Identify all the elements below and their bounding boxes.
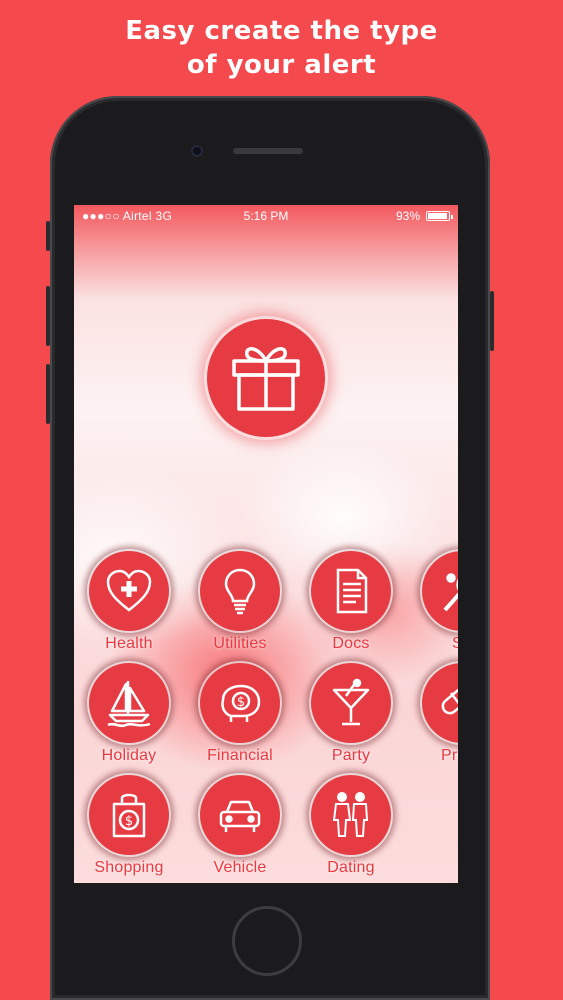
front-camera <box>191 145 203 157</box>
category-party[interactable]: Party <box>296 663 406 773</box>
category-label: Health <box>105 635 153 652</box>
headline-line-1: Easy create the type <box>125 16 438 46</box>
category-holiday[interactable]: Holiday <box>74 663 184 773</box>
home-button[interactable] <box>232 906 302 976</box>
category-health[interactable]: Health <box>74 551 184 661</box>
category-label: Sp <box>452 635 458 652</box>
category-docs[interactable]: Docs <box>296 551 406 661</box>
app-screen: ●●●○○ Airtel 3G 5:16 PM 93% Health Utili… <box>74 205 458 883</box>
status-bar: ●●●○○ Airtel 3G 5:16 PM 93% <box>74 205 458 227</box>
category-utilities[interactable]: Utilities <box>185 551 295 661</box>
svg-text:$: $ <box>237 695 245 710</box>
category-financial[interactable]: $ Financial <box>185 663 295 773</box>
volume-down-button <box>46 364 50 424</box>
battery-icon <box>426 211 453 221</box>
category-label: Shopping <box>94 859 164 876</box>
category-label: Holiday <box>101 747 157 764</box>
category-label: Dating <box>327 859 375 876</box>
category-label: Presc <box>441 747 458 764</box>
category-label: Party <box>331 747 371 764</box>
category-vehicle[interactable]: Vehicle <box>185 775 295 883</box>
category-dating[interactable]: Dating <box>296 775 406 883</box>
category-sports[interactable]: Sp <box>407 551 458 661</box>
earpiece-speaker <box>233 148 303 154</box>
category-label: Docs <box>332 635 370 652</box>
phone-frame: ●●●○○ Airtel 3G 5:16 PM 93% Health Utili… <box>46 96 494 1000</box>
category-label: Utilities <box>213 635 267 652</box>
power-button <box>490 291 494 351</box>
category-prescription[interactable]: Presc <box>407 663 458 773</box>
category-label: Financial <box>207 747 273 764</box>
volume-up-button <box>46 286 50 346</box>
category-shopping[interactable]: $ Shopping <box>74 775 184 883</box>
category-label: Vehicle <box>213 859 267 876</box>
mute-switch <box>46 221 50 251</box>
headline: Easy create the type of your alert <box>0 14 563 82</box>
main-alert-button[interactable] <box>207 319 325 437</box>
svg-text:$: $ <box>125 814 133 829</box>
battery-percent: 93% <box>395 209 420 223</box>
headline-line-2: of your alert <box>186 50 377 80</box>
